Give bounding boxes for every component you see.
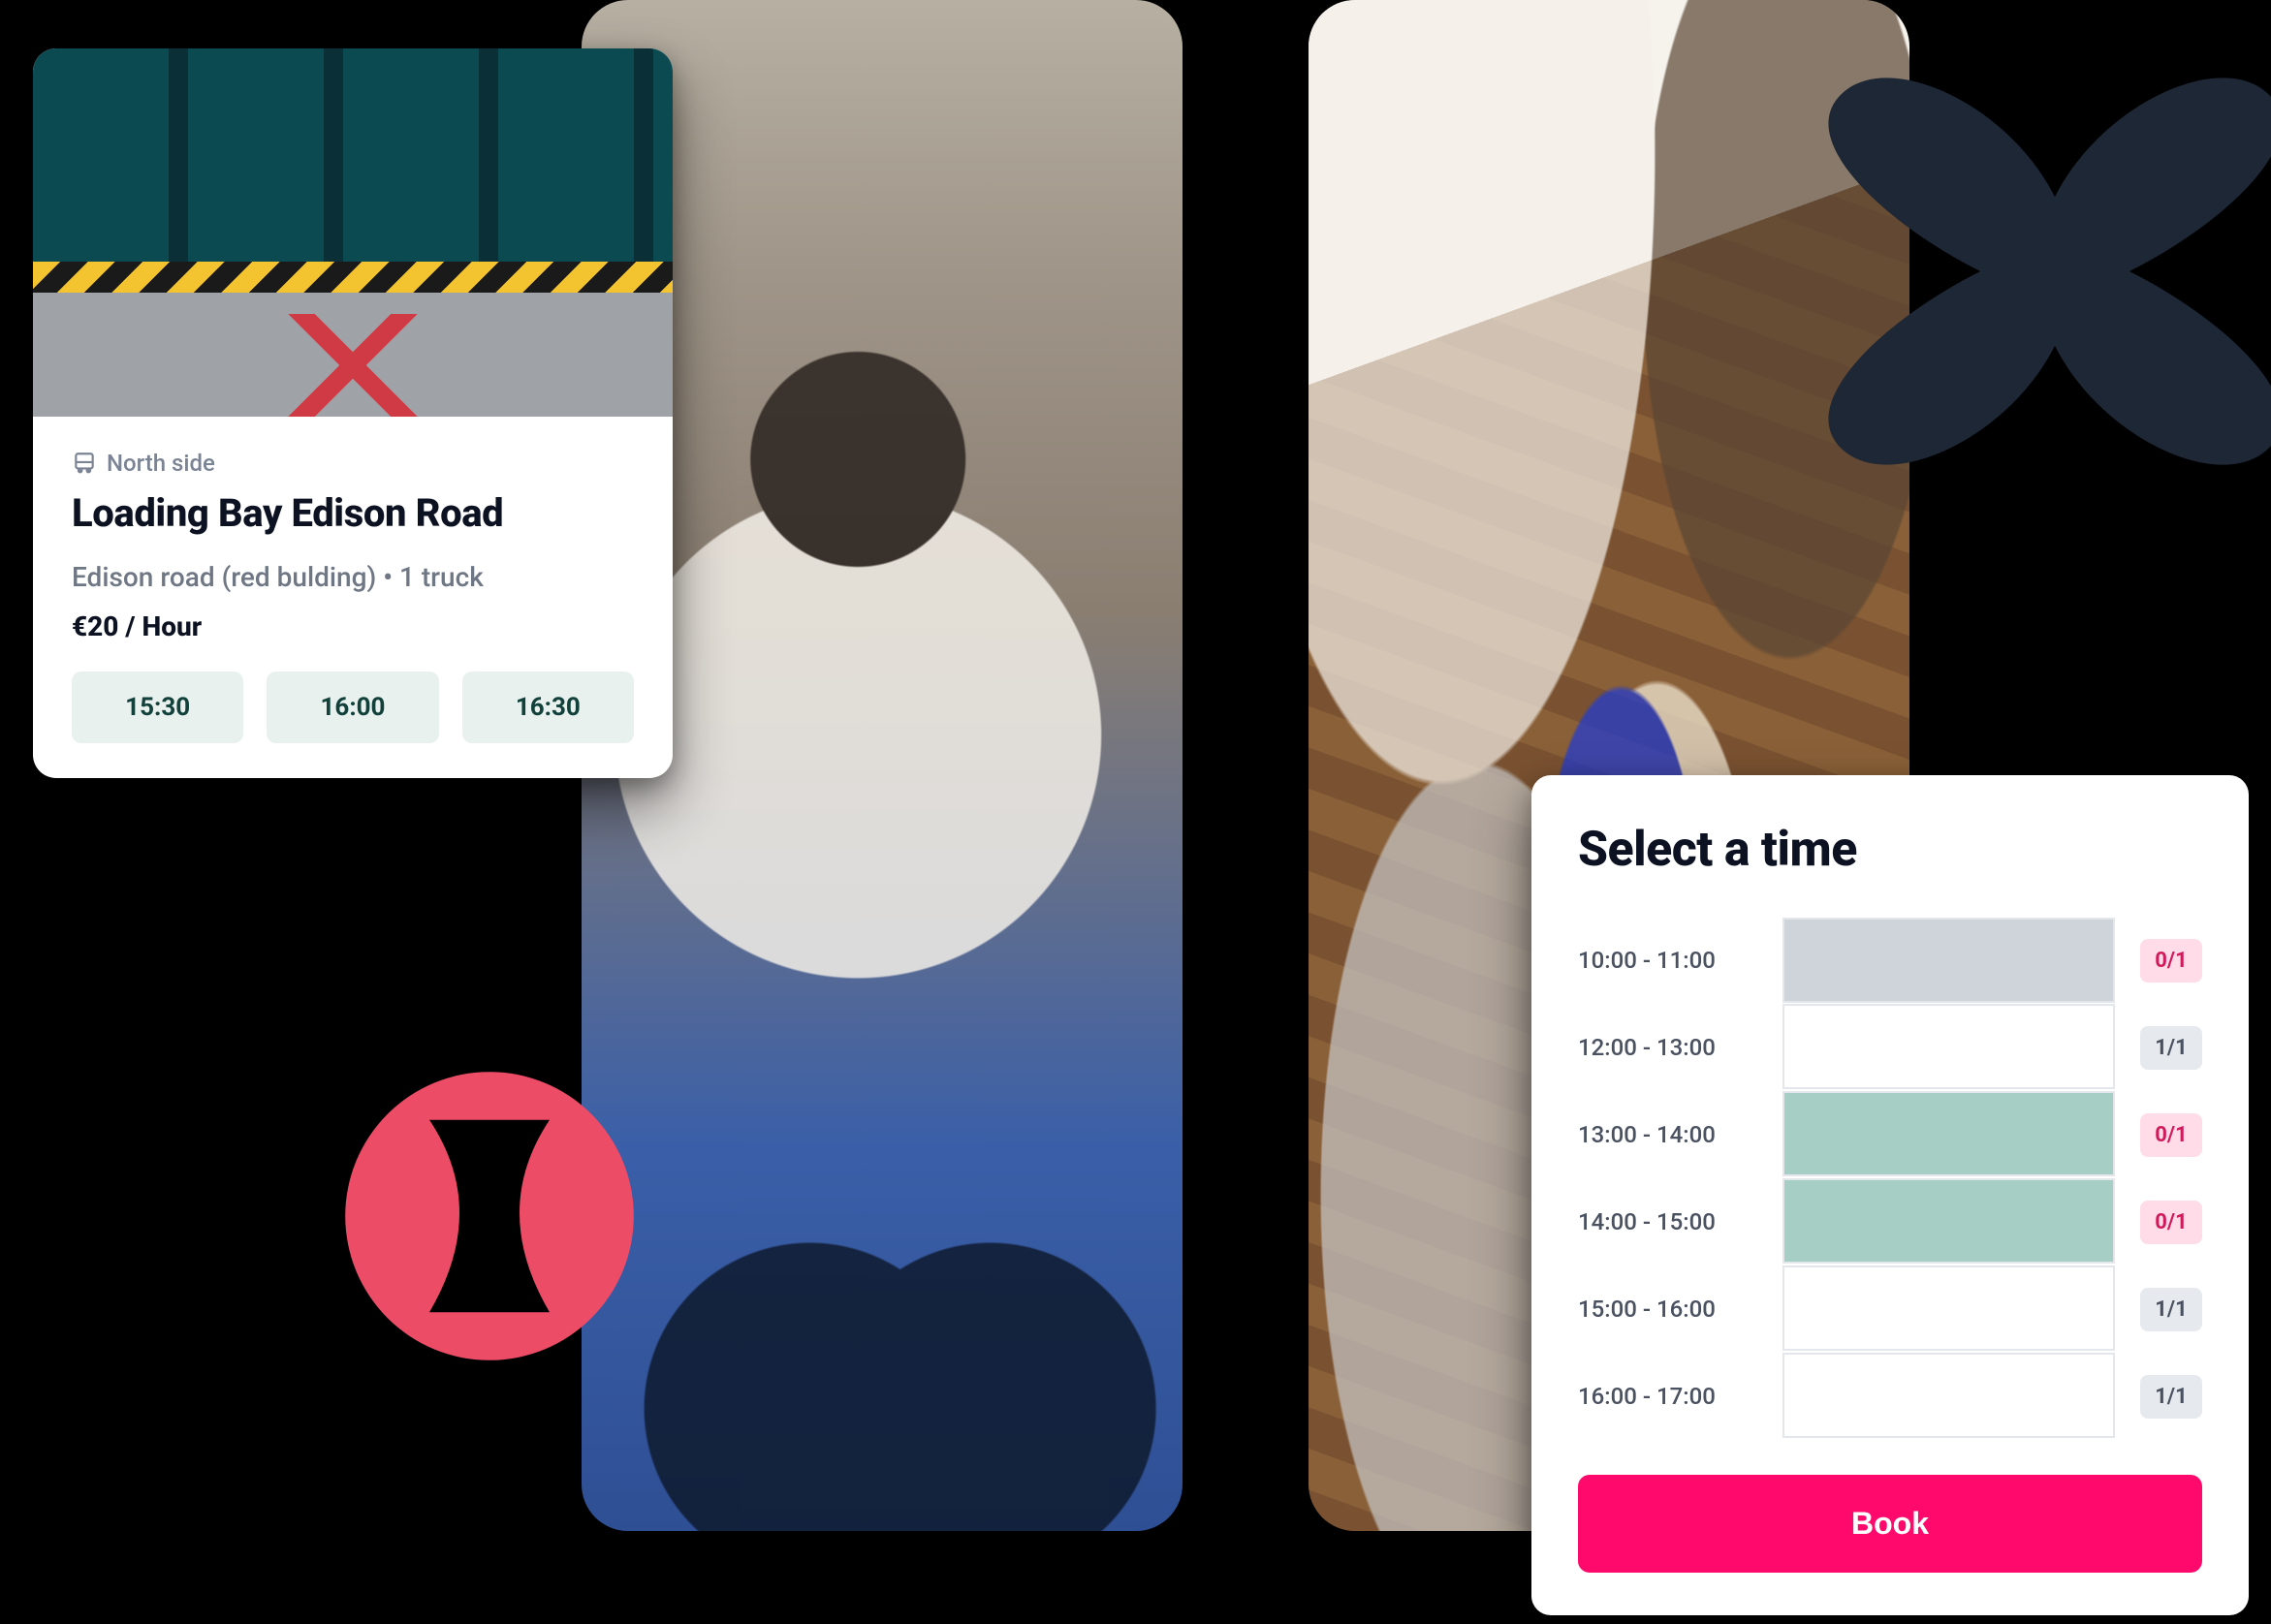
slot-availability-badge: 0/1 [2140,1113,2202,1157]
slot-row: 10:00 - 11:00 0/1 [1578,917,2202,1004]
select-time-card: Select a time 10:00 - 11:00 0/1 12:00 - 13… [1531,775,2249,1615]
x-shape-dark-icon [1822,39,2271,504]
slot-label: 14:00 - 15:00 [1578,1208,1757,1235]
slot-bar[interactable] [1782,1091,2115,1176]
slot-label: 10:00 - 11:00 [1578,947,1757,974]
select-time-heading: Select a time [1578,822,2202,878]
slot-availability-badge: 0/1 [2140,939,2202,983]
slot-label: 15:00 - 16:00 [1578,1296,1757,1323]
slot-availability-badge: 0/1 [2140,1201,2202,1244]
slot-label: 12:00 - 13:00 [1578,1034,1757,1061]
slot-availability-badge: 1/1 [2140,1288,2202,1331]
time-pill[interactable]: 16:00 [267,671,438,743]
slot-bar[interactable] [1782,1178,2115,1264]
listing-category-label: North side [107,450,215,477]
hourglass-shape-icon [339,1066,640,1366]
slot-availability-badge: 1/1 [2140,1375,2202,1419]
bus-icon [72,451,97,476]
listing-title: Loading Bay Edison Road [72,490,634,536]
slot-list: 10:00 - 11:00 0/1 12:00 - 13:00 1/1 13:00 - … [1578,917,2202,1440]
listing-subtitle: Edison road (red bulding) • 1 truck [72,561,634,593]
slot-availability-badge: 1/1 [2140,1026,2202,1070]
listing-card: North side Loading Bay Edison Road Ediso… [33,48,673,778]
slot-bar[interactable] [1782,1004,2115,1089]
slot-row: 15:00 - 16:00 1/1 [1578,1265,2202,1353]
slot-bar[interactable] [1782,918,2115,1003]
listing-time-pills: 15:30 16:00 16:30 [72,671,634,743]
slot-row: 14:00 - 15:00 0/1 [1578,1178,2202,1265]
slot-bar[interactable] [1782,1265,2115,1351]
time-pill[interactable]: 15:30 [72,671,243,743]
slot-label: 13:00 - 14:00 [1578,1121,1757,1148]
time-pill[interactable]: 16:30 [462,671,634,743]
listing-category: North side [72,450,634,477]
listing-price: €20 / Hour [72,610,634,642]
listing-image [33,48,673,417]
slot-row: 12:00 - 13:00 1/1 [1578,1004,2202,1091]
slot-row: 13:00 - 14:00 0/1 [1578,1091,2202,1178]
book-button[interactable]: Book [1578,1475,2202,1573]
slot-bar[interactable] [1782,1353,2115,1438]
slot-label: 16:00 - 17:00 [1578,1383,1757,1410]
slot-row: 16:00 - 17:00 1/1 [1578,1353,2202,1440]
